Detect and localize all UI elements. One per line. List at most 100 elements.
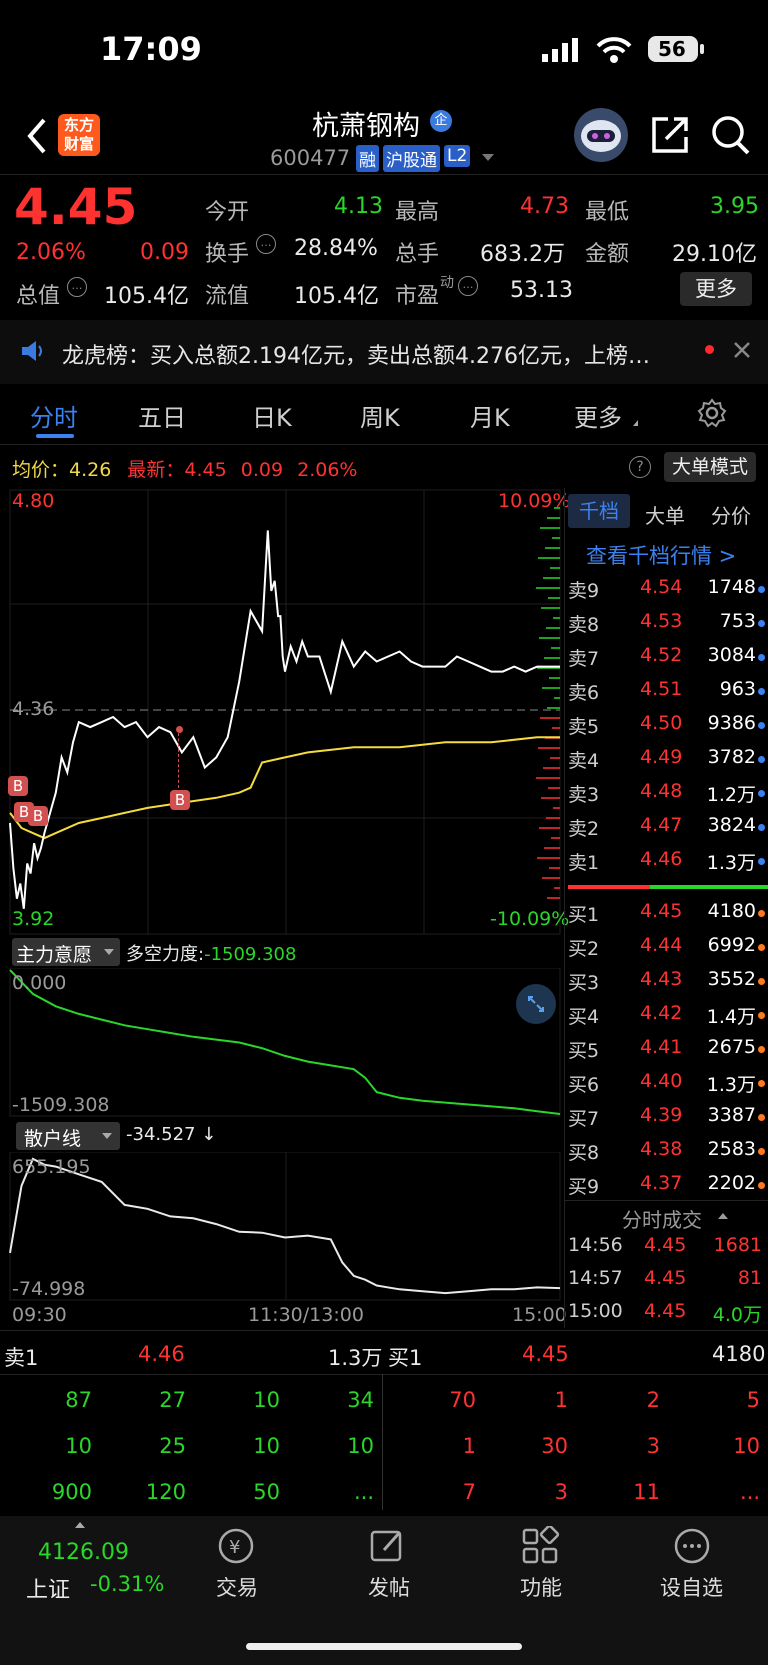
index-name[interactable]: 上证 [26, 1572, 70, 1604]
bid-row[interactable]: 买2 4.44 6992 [568, 930, 768, 964]
total-value: 105.4亿 [104, 284, 189, 309]
status-time: 17:09 [100, 30, 202, 68]
queue-ask-cell: 10 [253, 1434, 280, 1458]
queue-ask-cell: 50 [253, 1480, 280, 1504]
ask-row[interactable]: 卖4 4.49 3782 [568, 742, 768, 776]
trade-price: 4.45 [644, 1267, 687, 1289]
share-icon[interactable] [650, 115, 690, 155]
orderbook-tab-thousand[interactable]: 千档 [568, 494, 630, 528]
bid-row[interactable]: 买7 4.39 3387 [568, 1100, 768, 1134]
tab-daily-k[interactable]: 日K [252, 398, 292, 433]
change-amount: 0.09 [140, 240, 189, 265]
nav-post[interactable]: 发帖 [352, 1526, 424, 1602]
ask-row[interactable]: 卖3 4.48 1.2万 [568, 776, 768, 810]
indicator-selector[interactable]: 主力意愿 [12, 938, 120, 966]
trade-volume: 4.0万 [712, 1304, 762, 1326]
intraday-chart[interactable] [0, 488, 564, 938]
float-value: 105.4亿 [294, 284, 379, 309]
dropdown-caret-icon [104, 949, 114, 955]
orderbook-tab-large[interactable]: 大单 [645, 500, 685, 529]
tab-intraday[interactable]: 分时 [30, 398, 78, 433]
index-change[interactable]: -0.31% [90, 1572, 164, 1596]
volume-bars [536, 507, 560, 899]
ask-row[interactable]: 卖1 4.46 1.3万 [568, 844, 768, 878]
nav-add-watchlist-label: 设自选 [660, 1576, 723, 1600]
ask-dot [758, 790, 765, 797]
bid-row[interactable]: 买1 4.45 4180 [568, 896, 768, 930]
tab-monthly-k[interactable]: 月K [470, 398, 510, 433]
nav-trade[interactable]: ¥ 交易 [200, 1526, 272, 1602]
view-depth-link[interactable]: 查看千档行情 > [586, 540, 736, 570]
trades-title[interactable]: 分时成交 [622, 1204, 702, 1233]
bid-row[interactable]: 买6 4.40 1.3万 [568, 1066, 768, 1100]
retail-line [9, 1157, 561, 1295]
queue-ask-cell: 25 [159, 1434, 186, 1458]
tab-more[interactable]: 更多 [574, 398, 622, 433]
ask-volume: 1.2万 [706, 784, 756, 806]
bid-price: 4.38 [640, 1138, 683, 1160]
help-icon[interactable]: ? [629, 456, 651, 478]
settings-gear-icon[interactable] [697, 398, 727, 428]
bid-price: 4.42 [640, 1002, 683, 1024]
buy-marker[interactable]: B [170, 790, 190, 810]
info-circle-icon[interactable]: … [256, 234, 276, 254]
large-order-mode-button[interactable]: 大单模式 [664, 452, 756, 482]
tab-weekly-k[interactable]: 周K [360, 398, 400, 433]
chevron-down-icon[interactable] [482, 154, 494, 161]
trade-price: 4.45 [644, 1234, 687, 1256]
info-circle-icon[interactable]: … [458, 276, 478, 296]
ask-volume: 753 [719, 610, 756, 632]
bid-row[interactable]: 买4 4.42 1.4万 [568, 998, 768, 1032]
amount-label: 金额 [585, 242, 630, 267]
pe-value: 53.13 [510, 278, 573, 303]
buy-marker[interactable]: B [8, 776, 28, 796]
info-circle-icon[interactable]: … [67, 277, 87, 297]
nav-post-label: 发帖 [368, 1576, 410, 1600]
ask-row[interactable]: 卖7 4.52 3084 [568, 640, 768, 674]
bid-row[interactable]: 买3 4.43 3552 [568, 964, 768, 998]
ask-volume: 963 [719, 678, 756, 700]
bid-row[interactable]: 买9 4.37 2202 [568, 1168, 768, 1202]
ask-row[interactable]: 卖2 4.47 3824 [568, 810, 768, 844]
nav-functions-label: 功能 [520, 1576, 562, 1600]
turnover-value: 28.84% [294, 236, 378, 261]
bid-row[interactable]: 买5 4.41 2675 [568, 1032, 768, 1066]
robot-avatar-icon[interactable] [574, 108, 628, 162]
queue-bid-cell: 30 [541, 1434, 568, 1458]
logo-text-2: 财富 [63, 135, 94, 153]
nav-add-watchlist[interactable]: 设自选 [652, 1526, 736, 1602]
trade-price: 4.45 [644, 1300, 687, 1322]
ask-dot [758, 654, 765, 661]
bid-volume: 1.3万 [706, 1074, 756, 1096]
high-label: 最高 [395, 200, 440, 225]
retail-top-label: 655.195 [12, 1156, 91, 1178]
orderbook-tab-price[interactable]: 分价 [711, 500, 751, 529]
bid-row[interactable]: 买8 4.38 2583 [568, 1134, 768, 1168]
indicator-selector[interactable]: 散户线 [16, 1122, 120, 1150]
index-value[interactable]: 4126.09 [38, 1540, 129, 1565]
trade-volume: 1681 [713, 1234, 762, 1256]
ask-price: 4.53 [640, 610, 683, 632]
bid-dot [758, 1114, 765, 1121]
ask-level-label: 卖3 [568, 784, 600, 806]
queue-bid-cell: 2 [646, 1388, 660, 1412]
close-icon[interactable] [732, 340, 752, 360]
enterprise-badge: 企 [430, 110, 452, 132]
more-button[interactable]: 更多 [680, 272, 752, 306]
queue-bid-volume: 4180 [712, 1342, 766, 1366]
tab-five-day[interactable]: 五日 [138, 398, 186, 433]
ask-price: 4.46 [640, 848, 683, 870]
ask-row[interactable]: 卖9 4.54 1748 [568, 572, 768, 606]
buy-marker[interactable]: B [28, 806, 48, 826]
ask-row[interactable]: 卖8 4.53 753 [568, 606, 768, 640]
ask-level-label: 卖6 [568, 682, 600, 704]
ask-row[interactable]: 卖5 4.50 9386 [568, 708, 768, 742]
back-icon[interactable] [22, 116, 52, 156]
ask-row[interactable]: 卖6 4.51 963 [568, 674, 768, 708]
notice-text[interactable]: 龙虎榜：买入总额2.194亿元，卖出总额4.276亿元，上榜… [62, 338, 650, 370]
latest-label: 最新： [127, 459, 185, 481]
search-icon[interactable] [711, 114, 751, 156]
bid-ask-ratio-bar [568, 885, 768, 889]
expand-icon[interactable] [516, 984, 556, 1024]
nav-functions[interactable]: 功能 [504, 1526, 576, 1602]
